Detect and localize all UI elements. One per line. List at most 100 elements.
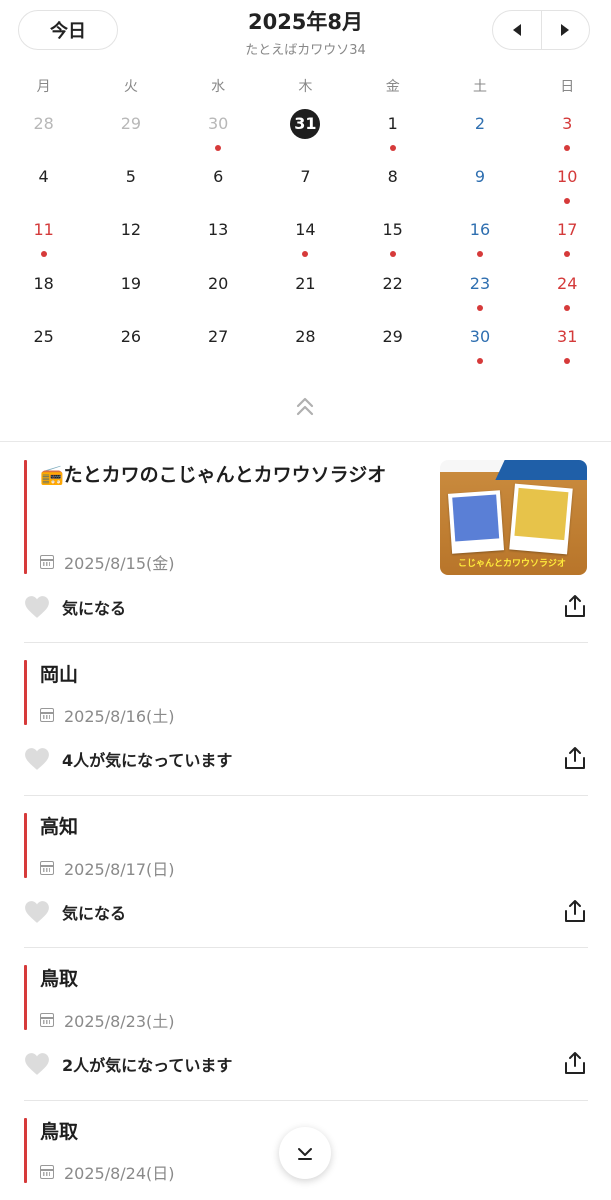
calendar-day[interactable]: 1	[349, 106, 436, 159]
event-action-row: 4人が気になっています	[24, 743, 588, 775]
day-number: 31	[290, 109, 321, 139]
event-accent-bar	[24, 460, 27, 574]
calendar-day[interactable]: 5	[87, 159, 174, 212]
calendar-day[interactable]: 10	[524, 159, 611, 212]
event-title-text: たとカワのこじゃんとカワウソラジオ	[63, 464, 387, 486]
heart-icon[interactable]	[24, 1052, 50, 1076]
calendar-icon	[40, 1165, 54, 1179]
calendar-day[interactable]: 28	[0, 106, 87, 159]
event-dot	[389, 145, 396, 151]
day-number: 17	[557, 220, 578, 240]
day-number: 18	[33, 273, 54, 293]
triangle-left-icon	[512, 24, 521, 36]
interest-label[interactable]: 気になる	[62, 595, 126, 619]
event-dot	[40, 251, 47, 258]
share-icon[interactable]	[562, 1050, 588, 1076]
weekday-label: 水	[211, 79, 226, 95]
heart-icon[interactable]	[24, 595, 50, 619]
calendar-day[interactable]: 11	[0, 212, 87, 265]
day-number: 5	[125, 167, 136, 187]
weekday-label: 金	[385, 79, 400, 95]
thumbnail-stripe	[495, 460, 587, 480]
event-dot	[564, 304, 571, 311]
arrow-down-to-line-icon	[298, 1148, 312, 1160]
calendar-day[interactable]: 9	[436, 159, 523, 212]
calendar-day[interactable]: 28	[262, 319, 349, 372]
calendar-day[interactable]: 3	[524, 106, 611, 159]
calendar-day[interactable]: 29	[87, 106, 174, 159]
event-thumbnail[interactable]: こじゃんとカワウソラジオ	[440, 460, 587, 575]
calendar-day[interactable]: 26	[87, 319, 174, 372]
calendar-day[interactable]: 23	[436, 266, 523, 319]
day-number: 8	[387, 167, 398, 187]
event-title: 📻たとカワのこじゃんとカワウソラジオ	[40, 459, 425, 492]
calendar-day[interactable]: 20	[175, 266, 262, 319]
calendar-day[interactable]: 17	[524, 212, 611, 265]
month-nav	[492, 10, 590, 50]
event-accent-bar	[24, 965, 27, 1030]
event-date-text: 2025/8/17(日)	[64, 860, 175, 879]
scroll-to-bottom-button[interactable]	[279, 1127, 331, 1179]
interest-label[interactable]: 気になる	[62, 900, 126, 924]
event-accent-bar	[24, 813, 27, 878]
day-number: 22	[382, 273, 403, 293]
calendar-week: 4 5 6 7 8 9 10	[0, 159, 611, 212]
calendar-day[interactable]: 7	[262, 159, 349, 212]
next-month-button[interactable]	[540, 11, 590, 49]
event-title: 高知	[40, 816, 79, 838]
calendar-day[interactable]: 4	[0, 159, 87, 212]
event-divider	[24, 1100, 588, 1101]
interest-label[interactable]: 2人が気になっています	[62, 1052, 232, 1076]
calendar-day[interactable]: 12	[87, 212, 174, 265]
calendar-day[interactable]: 18	[0, 266, 87, 319]
event-date-text: 2025/8/24(日)	[64, 1164, 175, 1183]
event-dot	[215, 145, 222, 151]
calendar-day[interactable]: 31	[524, 319, 611, 372]
event-action-row: 気になる	[24, 591, 588, 623]
section-divider	[0, 441, 611, 442]
heart-icon[interactable]	[24, 747, 50, 771]
calendar-day[interactable]: 19	[87, 266, 174, 319]
weekday-label: 日	[560, 79, 575, 95]
calendar-day-today[interactable]: 31	[262, 106, 349, 159]
heart-icon[interactable]	[24, 900, 50, 924]
weekday-label: 木	[298, 79, 313, 95]
calendar-day[interactable]: 14	[262, 212, 349, 265]
event-divider	[24, 947, 588, 948]
calendar-day[interactable]: 22	[349, 266, 436, 319]
share-icon[interactable]	[562, 745, 588, 771]
day-number: 12	[120, 220, 142, 240]
thumbnail-photo	[447, 490, 505, 554]
calendar-day[interactable]: 13	[175, 212, 262, 265]
calendar-day[interactable]: 15	[349, 212, 436, 265]
day-number: 27	[207, 326, 229, 346]
calendar-day[interactable]: 30	[175, 106, 262, 159]
share-icon[interactable]	[562, 898, 588, 924]
day-number: 4	[38, 167, 49, 187]
event-dot	[564, 357, 571, 364]
calendar-day[interactable]: 30	[436, 319, 523, 372]
share-icon[interactable]	[562, 593, 588, 619]
calendar-day[interactable]: 24	[524, 266, 611, 319]
day-number: 10	[557, 167, 578, 187]
event-date: 2025/8/24(日)	[40, 1160, 175, 1184]
calendar-day[interactable]: 27	[175, 319, 262, 372]
calendar-day[interactable]: 21	[262, 266, 349, 319]
event-accent-bar	[24, 660, 27, 725]
day-number: 31	[557, 326, 578, 346]
weekday-label: 火	[123, 79, 138, 95]
calendar-day[interactable]: 25	[0, 319, 87, 372]
calendar-icon	[40, 861, 54, 875]
calendar-day[interactable]: 6	[175, 159, 262, 212]
calendar-day[interactable]: 16	[436, 212, 523, 265]
chevron-double-up-icon[interactable]	[293, 394, 317, 418]
day-number: 24	[557, 273, 578, 293]
calendar-day[interactable]: 8	[349, 159, 436, 212]
interest-label[interactable]: 4人が気になっています	[62, 747, 232, 771]
calendar-day[interactable]: 2	[436, 106, 523, 159]
weekday-label: 月	[36, 79, 51, 95]
day-number: 28	[33, 114, 54, 133]
calendar-day[interactable]: 29	[349, 319, 436, 372]
event-date-text: 2025/8/15(金)	[64, 554, 175, 573]
prev-month-button[interactable]	[493, 11, 541, 49]
